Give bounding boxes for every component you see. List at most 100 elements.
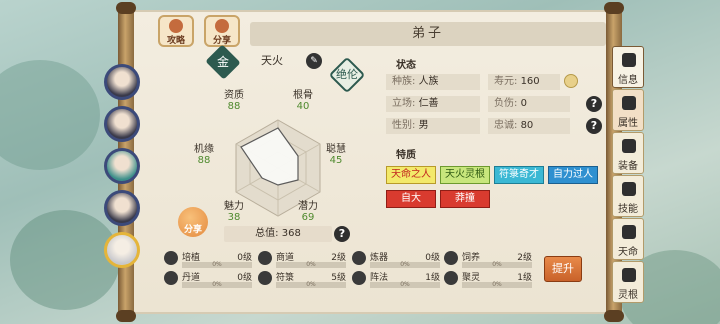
trait-tag[interactable]: 莽撞 xyxy=(440,190,490,208)
tab-label: 技能 xyxy=(618,204,638,215)
stat-name: 魅力 xyxy=(224,201,244,212)
stat-value: 45 xyxy=(329,155,343,166)
skill-icon xyxy=(444,251,458,265)
element-badge-label: 金 xyxy=(216,54,230,69)
tab-label: 信息 xyxy=(618,75,638,86)
skill-progress: 0% xyxy=(462,262,532,268)
stat-name: 潜力 xyxy=(298,201,318,212)
tab-spirit-root[interactable]: 灵根 xyxy=(612,261,644,303)
total-value: 368 xyxy=(281,228,301,239)
info-value: 男 xyxy=(418,120,429,131)
info-value: 0 xyxy=(520,98,527,109)
stat-value: 40 xyxy=(296,101,310,112)
info-value: 80 xyxy=(520,120,534,131)
info-injury: 负伤: 0 xyxy=(488,96,570,112)
skill-item[interactable]: 丹道 0级 0% xyxy=(164,270,252,290)
info-key: 立场: xyxy=(392,98,416,109)
guide-button[interactable]: 攻略 xyxy=(158,15,194,47)
info-stance: 立场: 仁善 xyxy=(386,96,480,112)
skill-item[interactable]: 饲养 2级 0% xyxy=(444,250,532,270)
skill-item[interactable]: 炼器 0级 0% xyxy=(352,250,440,270)
share-icon xyxy=(215,19,229,33)
disciple-avatar[interactable] xyxy=(104,190,140,226)
skill-item[interactable]: 培植 0级 0% xyxy=(164,250,252,270)
stat-value: 88 xyxy=(227,101,241,112)
spirit-root-icon xyxy=(622,268,636,282)
skill-item[interactable]: 阵法 1级 0% xyxy=(352,270,440,290)
trait-tag[interactable]: 自大 xyxy=(386,190,436,208)
skill-progress: 0% xyxy=(182,282,252,288)
skill-icon xyxy=(164,251,178,265)
info-icon xyxy=(622,53,636,67)
info-key: 忠诚: xyxy=(494,120,518,131)
info-lifespan: 寿元: 160 xyxy=(488,74,560,90)
info-key: 负伤: xyxy=(494,98,518,109)
trait-tag[interactable]: 天火灵根 xyxy=(440,166,490,184)
share-ball-button[interactable]: 分享 xyxy=(178,207,208,237)
grade-seal-label: 绝伦 xyxy=(336,68,358,81)
info-loyalty: 忠诚: 80 xyxy=(488,118,570,134)
stat-charm: 魅力 38 xyxy=(214,197,254,223)
upgrade-button[interactable]: 提升 xyxy=(544,256,582,282)
help-icon[interactable]: ? xyxy=(586,118,602,134)
stat-name: 资质 xyxy=(224,90,244,101)
stat-aptitude: 资质 88 xyxy=(214,86,254,112)
skill-icon xyxy=(258,251,272,265)
skill-item[interactable]: 聚灵 1级 0% xyxy=(444,270,532,290)
skill-icon xyxy=(352,271,366,285)
help-icon[interactable]: ? xyxy=(586,96,602,112)
background-mountain xyxy=(0,60,100,170)
info-value: 160 xyxy=(520,76,540,87)
stat-name: 机缘 xyxy=(194,144,214,155)
status-heading: 状态 xyxy=(396,60,416,71)
disciple-list xyxy=(98,64,144,274)
tab-info[interactable]: 信息 xyxy=(612,46,644,88)
skill-progress: 0% xyxy=(182,262,252,268)
destiny-icon xyxy=(622,225,636,239)
stat-name: 根骨 xyxy=(293,90,313,101)
disciple-avatar[interactable] xyxy=(104,148,140,184)
tab-equipment[interactable]: 装备 xyxy=(612,132,644,174)
total-label: 总值: xyxy=(255,228,279,239)
disciple-avatar[interactable] xyxy=(104,64,140,100)
skill-icon xyxy=(444,271,458,285)
tab-destiny[interactable]: 天命 xyxy=(612,218,644,260)
stat-bone: 根骨 40 xyxy=(283,86,323,112)
guide-icon xyxy=(169,19,183,33)
info-key: 性别: xyxy=(392,120,416,131)
skill-icon xyxy=(258,271,272,285)
traits-heading: 特质 xyxy=(396,150,416,161)
info-key: 种族: xyxy=(392,76,416,87)
info-gender: 性别: 男 xyxy=(386,118,480,134)
guide-label: 攻略 xyxy=(166,36,185,46)
skill-progress: 0% xyxy=(462,282,532,288)
skill-progress: 0% xyxy=(370,282,440,288)
skill-icon xyxy=(164,271,178,285)
help-icon[interactable]: ? xyxy=(334,226,350,242)
info-key: 寿元: xyxy=(494,76,518,87)
info-race: 种族: 人族 xyxy=(386,74,480,90)
stat-potential: 潜力 69 xyxy=(288,197,328,223)
trait-tag[interactable]: 符箓奇才 xyxy=(494,166,544,184)
stat-value: 38 xyxy=(227,212,241,223)
disciple-avatar-selected[interactable] xyxy=(104,232,140,268)
stat-fortune: 机缘 88 xyxy=(184,140,224,166)
tab-label: 天命 xyxy=(618,247,638,258)
skills-panel: 培植 0级 0% 商道 2级 0% 炼器 0级 0% 饲养 2级 0% 丹道 0… xyxy=(160,246,532,292)
tab-label: 装备 xyxy=(618,161,638,172)
disciple-avatar[interactable] xyxy=(104,106,140,142)
tab-attributes[interactable]: 属性 xyxy=(612,89,644,131)
total-stats: 总值: 368 xyxy=(224,226,332,242)
skill-progress: 0% xyxy=(370,262,440,268)
tab-label: 灵根 xyxy=(618,290,638,301)
tab-skills[interactable]: 技能 xyxy=(612,175,644,217)
share-button[interactable]: 分享 xyxy=(204,15,240,47)
trait-tag[interactable]: 自力过人 xyxy=(548,166,598,184)
skill-item[interactable]: 商道 2级 0% xyxy=(258,250,346,270)
tab-label: 属性 xyxy=(618,118,638,129)
skill-progress: 0% xyxy=(276,282,346,288)
edit-name-icon[interactable]: ✎ xyxy=(306,53,322,69)
skills-icon xyxy=(622,182,636,196)
trait-tag[interactable]: 天命之人 xyxy=(386,166,436,184)
skill-item[interactable]: 符箓 5级 0% xyxy=(258,270,346,290)
